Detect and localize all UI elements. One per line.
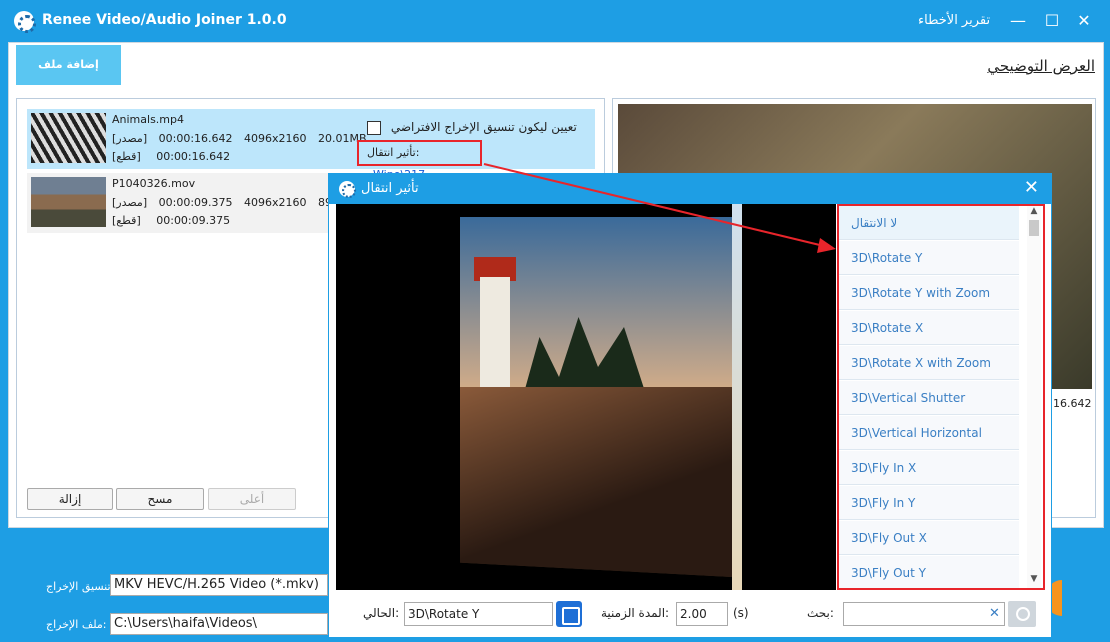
arrow-head	[817, 238, 836, 253]
annotation-arrow	[483, 163, 836, 253]
arrow-line	[483, 163, 829, 248]
